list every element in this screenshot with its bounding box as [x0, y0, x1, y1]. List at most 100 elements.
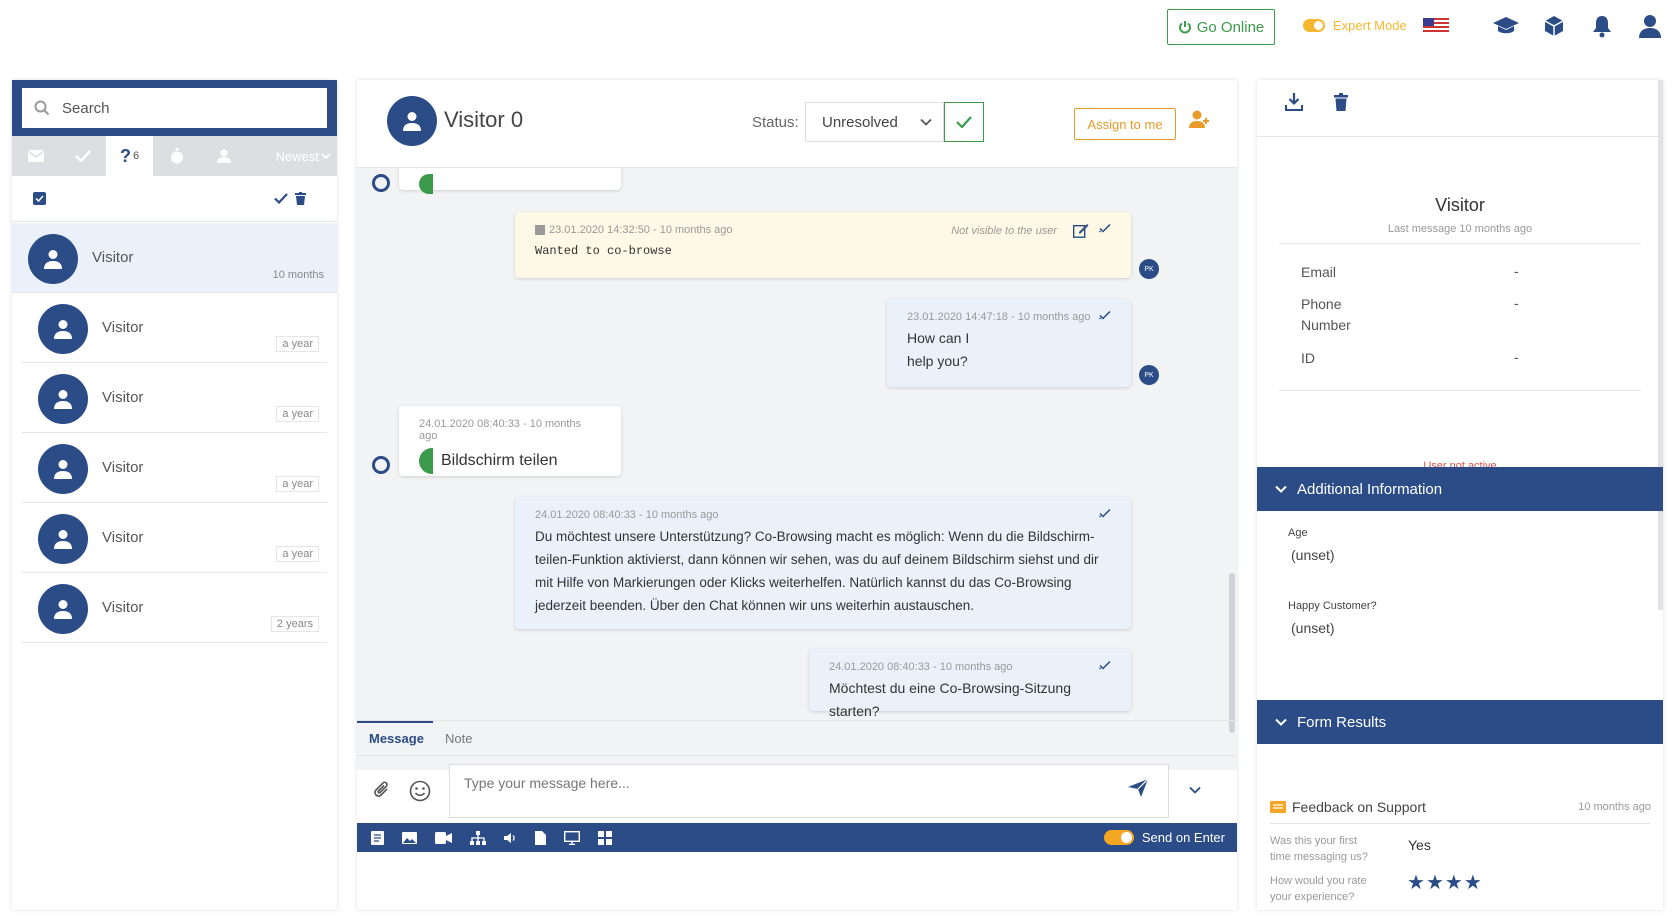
- star-icon: ★: [1425, 872, 1445, 894]
- top-bar: Go Online Expert Mode: [0, 0, 1675, 80]
- bell-icon[interactable]: [1588, 12, 1616, 40]
- cube-icon[interactable]: [1540, 12, 1568, 40]
- status-value: Unresolved: [822, 113, 898, 131]
- check-icon: [956, 116, 972, 128]
- user-icon: [216, 149, 231, 163]
- download-icon[interactable]: [1285, 93, 1303, 111]
- visitor-details-panel: Visitor Last message 10 months ago Email…: [1257, 80, 1663, 910]
- filter-tab-timer[interactable]: [153, 136, 200, 176]
- form-question-line: How would you rate: [1270, 875, 1367, 887]
- send-on-enter-toggle[interactable]: Send on Enter: [1103, 830, 1225, 845]
- user-icon: [54, 530, 72, 549]
- search-bar: [12, 80, 337, 136]
- message-meta: 24.01.2020 08:40:33 - 10 months ago: [419, 418, 582, 442]
- chat-title: Visitor 0: [444, 107, 524, 132]
- conversation-list-panel: ? 6 Newest Visitor 10 months Visitor a y: [12, 80, 337, 910]
- visitor-list-item[interactable]: Visitor 10 months: [12, 223, 337, 293]
- filter-tab-resolved[interactable]: [59, 136, 106, 176]
- user-icon: [54, 390, 72, 409]
- edit-icon[interactable]: [1073, 223, 1089, 238]
- image-icon[interactable]: [402, 831, 417, 844]
- video-icon[interactable]: [435, 831, 452, 844]
- form-results-header[interactable]: Form Results: [1257, 700, 1663, 744]
- user-icon: [403, 112, 421, 131]
- divider: [1270, 823, 1650, 824]
- age-value: (unset): [1291, 547, 1335, 563]
- visitor-list-item[interactable]: Visitor a year: [22, 363, 327, 433]
- trash-icon[interactable]: [1334, 93, 1348, 111]
- expert-mode-switch[interactable]: [1303, 19, 1325, 32]
- tab-note[interactable]: Note: [445, 731, 472, 746]
- visitor-time: a year: [276, 476, 319, 492]
- visitor-list-item[interactable]: Visitor a year: [22, 503, 327, 573]
- trash-icon[interactable]: [295, 192, 306, 205]
- last-message: Last message 10 months ago: [1387, 223, 1533, 235]
- assign-to-me-button[interactable]: Assign to me: [1074, 108, 1176, 140]
- filter-tab-assigned[interactable]: [200, 136, 247, 176]
- send-icon[interactable]: [1127, 778, 1149, 798]
- additional-info-header[interactable]: Additional Information: [1257, 467, 1663, 511]
- mark-resolved-icon[interactable]: [274, 193, 288, 204]
- grid-icon[interactable]: [598, 830, 612, 845]
- status-dropdown[interactable]: Unresolved: [805, 102, 944, 142]
- visitor-list-item[interactable]: Visitor a year: [22, 433, 327, 503]
- avatar: [38, 374, 88, 424]
- happy-customer-label: Happy Customer?: [1288, 600, 1377, 612]
- agent-avatar: PK: [1139, 259, 1159, 279]
- avatar: [38, 584, 88, 634]
- filter-tab-messages[interactable]: [12, 136, 59, 176]
- chevron-down-icon: [920, 118, 932, 126]
- compose-tabs: Message Note: [357, 720, 1237, 756]
- emoji-icon[interactable]: [409, 780, 431, 802]
- monitor-icon[interactable]: [564, 830, 580, 845]
- divider: [1279, 243, 1641, 244]
- graduation-cap-icon[interactable]: [1492, 12, 1520, 40]
- search-input[interactable]: [62, 99, 302, 117]
- note-text: Wanted to co-browse: [535, 244, 672, 258]
- select-all-checkbox[interactable]: [33, 192, 46, 205]
- form-time: 10 months ago: [1578, 801, 1651, 813]
- go-online-button[interactable]: Go Online: [1167, 9, 1275, 45]
- visitor-list-item[interactable]: Visitor a year: [22, 293, 327, 363]
- paperclip-icon[interactable]: [373, 780, 391, 800]
- phone-label-line: Number: [1301, 317, 1351, 333]
- filter-tab-unresolved[interactable]: ? 6: [106, 136, 153, 176]
- sort-dropdown[interactable]: Newest: [276, 149, 337, 164]
- form-question: Was this your first time messaging us?: [1270, 833, 1390, 865]
- sitemap-icon[interactable]: [470, 830, 486, 845]
- note-bubble: 23.01.2020 14:32:50 - 10 months ago Want…: [515, 212, 1131, 278]
- chevron-down-icon[interactable]: [1189, 786, 1201, 794]
- scrollbar[interactable]: [1229, 573, 1235, 733]
- send-on-enter-switch[interactable]: [1103, 830, 1134, 845]
- search-icon: [34, 100, 50, 116]
- send-on-enter-label: Send on Enter: [1141, 830, 1225, 845]
- message-input[interactable]: [449, 764, 1169, 818]
- tab-message[interactable]: Message: [369, 731, 424, 746]
- visitor-time: 2 years: [270, 616, 319, 632]
- double-check-icon: [1099, 661, 1111, 670]
- share-screen-action[interactable]: Bildschirm teilen: [419, 448, 601, 474]
- expert-mode-label: Expert Mode: [1333, 18, 1407, 33]
- visitor-name: Visitor: [102, 319, 144, 336]
- visitor-list-item[interactable]: Visitor 2 years: [22, 573, 327, 643]
- user-account-icon[interactable]: [1636, 12, 1664, 40]
- expert-mode-toggle[interactable]: Expert Mode: [1303, 18, 1407, 33]
- notes-icon[interactable]: [371, 830, 384, 845]
- file-icon[interactable]: [535, 830, 546, 845]
- share-screen-label: Bildschirm teilen: [441, 452, 558, 469]
- us-flag-icon[interactable]: [1422, 12, 1450, 40]
- phone-value: -: [1514, 295, 1519, 311]
- email-label: Email: [1301, 264, 1337, 280]
- volume-icon[interactable]: [504, 832, 517, 844]
- star-icon: ★: [1444, 872, 1464, 894]
- resolve-button[interactable]: [944, 102, 984, 142]
- chevron-down-icon: [321, 153, 331, 160]
- search-box[interactable]: [22, 88, 327, 128]
- assign-label: Assign to me: [1087, 116, 1163, 132]
- user-plus-icon[interactable]: [1189, 110, 1211, 128]
- form-title-label: Feedback on Support: [1292, 799, 1426, 815]
- avatar: [38, 304, 88, 354]
- question-icon: ?: [119, 145, 131, 166]
- scrollbar[interactable]: [1658, 80, 1663, 610]
- sort-label: Newest: [275, 148, 319, 164]
